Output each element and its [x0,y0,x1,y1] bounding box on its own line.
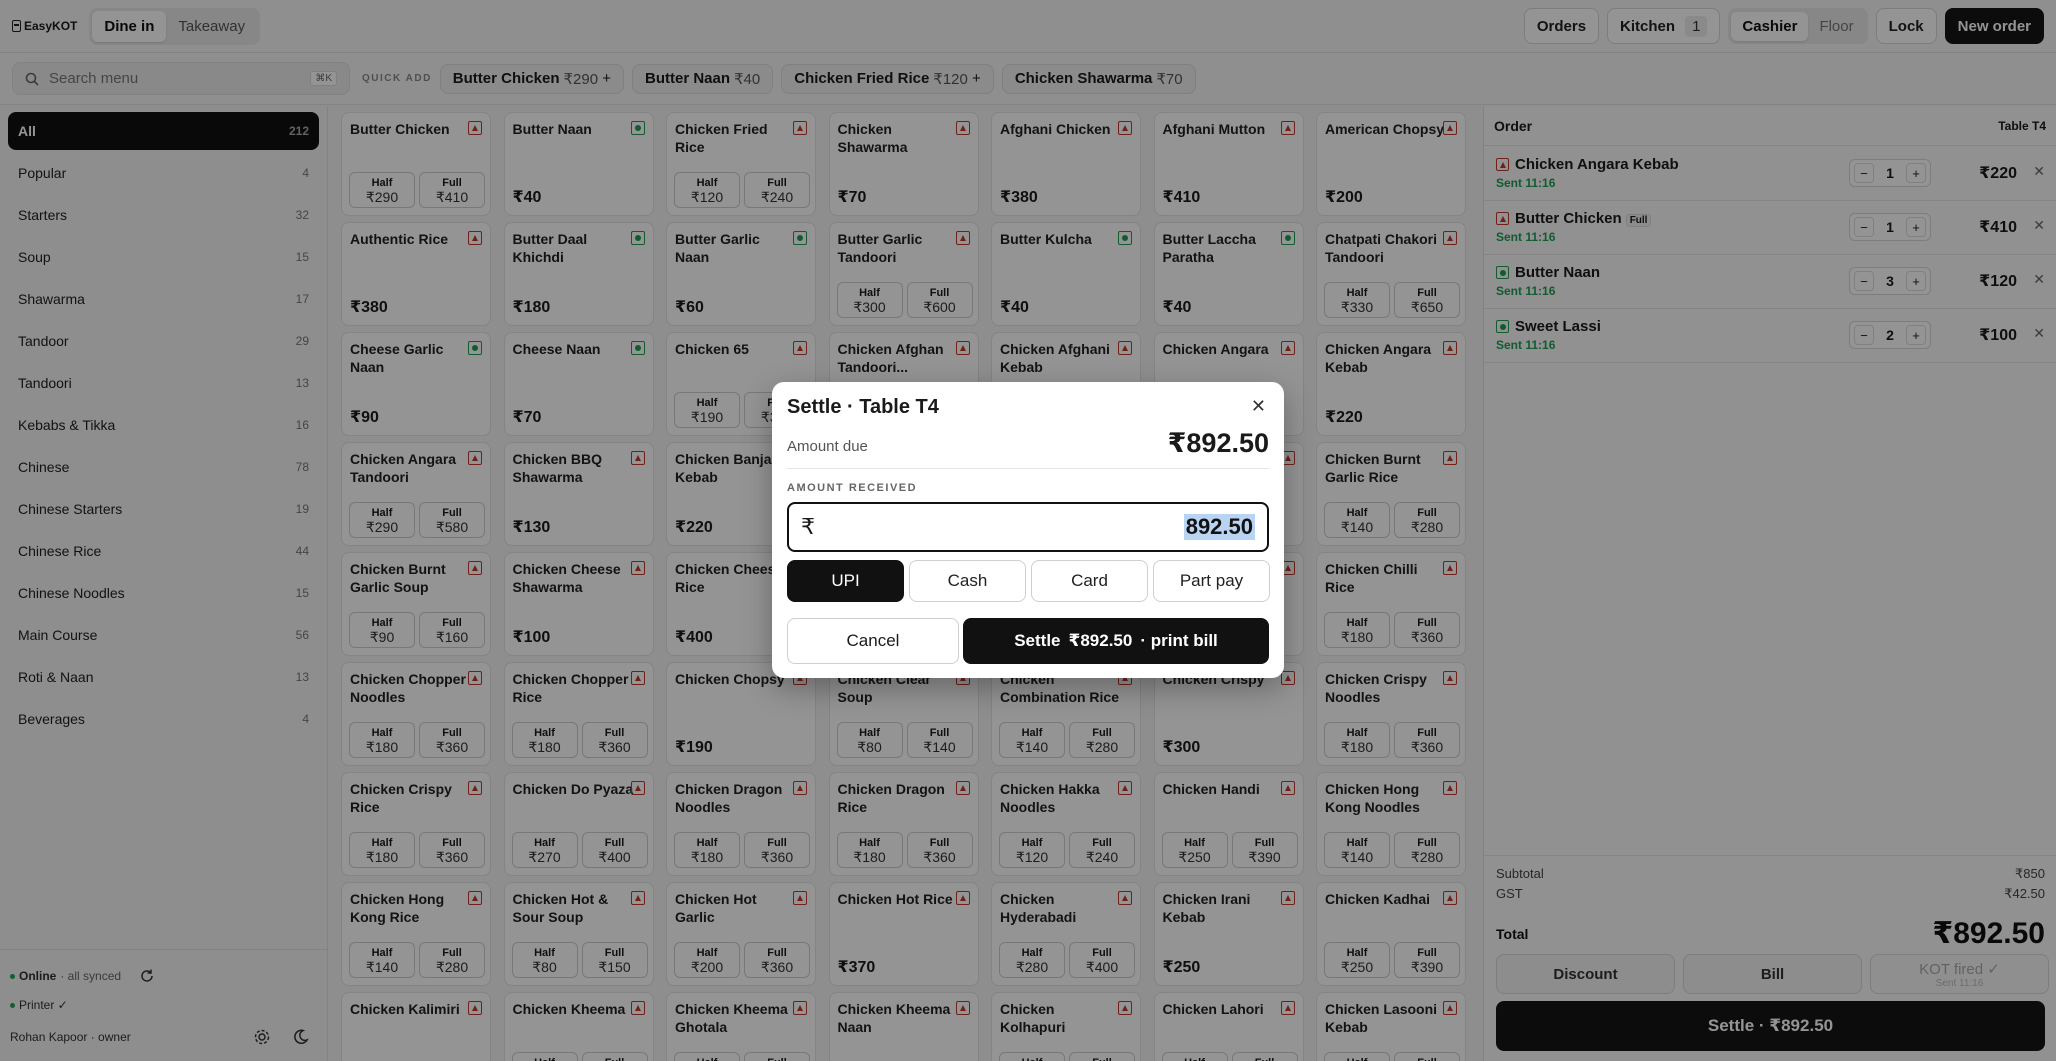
dialog-title: Settle · Table T4 [787,396,939,418]
part-pay-button[interactable]: Part pay [1153,560,1270,602]
close-icon[interactable]: ✕ [1251,396,1266,417]
amount-due-value: ₹892.50 [1167,428,1269,458]
cancel-button[interactable]: Cancel [787,618,959,664]
pay-cash-button[interactable]: Cash [909,560,1026,602]
divider [787,468,1269,469]
amount-received-label: AMOUNT RECEIVED [787,482,918,494]
settle-amount: ₹892.50 [1068,631,1133,650]
amount-due-label: Amount due [787,438,868,455]
settle-suffix: · print bill [1140,631,1218,650]
settle-dialog: Settle · Table T4 ✕ Amount due ₹892.50 A… [772,382,1284,678]
payment-methods: UPI Cash Card Part pay [787,560,1270,602]
pay-card-button[interactable]: Card [1031,560,1148,602]
settle-print-button[interactable]: Settle ₹892.50 · print bill [963,618,1269,664]
currency-symbol: ₹ [801,514,815,539]
pay-upi-button[interactable]: UPI [787,560,904,602]
amount-received-value: 892.50 [1183,514,1255,540]
amount-received-input[interactable]: ₹ 892.50 [787,502,1269,552]
settle-label: Settle [1014,631,1061,650]
